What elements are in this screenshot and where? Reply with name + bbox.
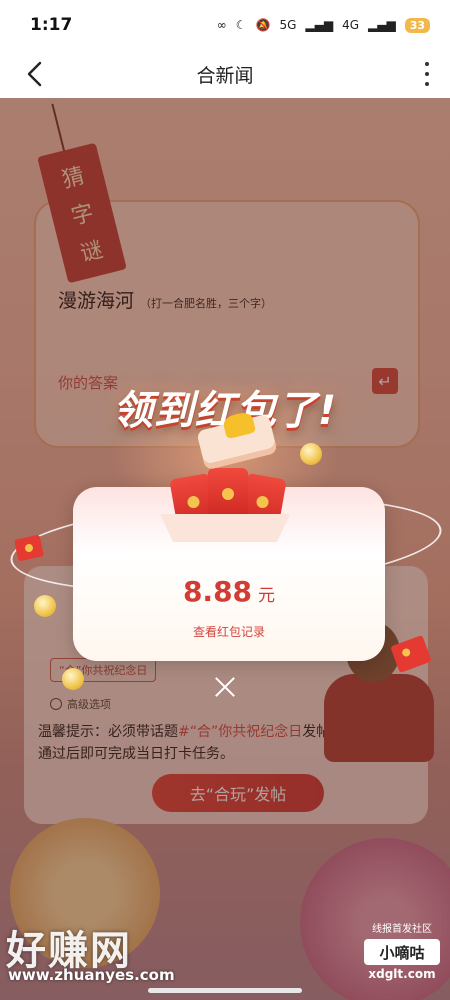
dot-icon [425,72,429,76]
watermark-brand: 小嘀咕 [364,939,440,965]
reward-value: 8.88 [182,575,253,608]
watermark-badge: 线报首发社区 小嘀咕 xdglt.com [360,920,444,981]
watermark-url: www.zhuanyes.com [8,966,175,984]
watermark-slogan: 线报首发社区 [372,924,432,935]
app-header: 合新闻 [0,50,450,98]
gift-box [160,514,290,542]
back-button[interactable] [22,60,48,88]
signal-5g-label: 5G [279,18,297,32]
coin-icon [34,595,56,617]
watermark-domain: xdglt.com [368,967,436,981]
view-records-link[interactable]: 查看红包记录 [73,623,385,640]
mute-icon: 🔕 [255,18,271,32]
home-indicator[interactable] [148,988,302,993]
close-icon[interactable] [210,672,240,702]
status-icons: ∞ ☾ 🔕 5G ▂▄▆ 4G ▂▄▆ 33 [216,17,430,33]
reward-amount: 8.88 元 [73,575,385,608]
reward-unit: 元 [258,586,276,606]
status-time: 1:17 [30,15,73,35]
battery-badge: 33 [404,17,430,33]
chevron-left-icon [27,61,42,87]
signal-icon: ▂▄▆ [305,18,334,32]
signal-4g-label: 4G [342,18,359,32]
coin-icon [300,443,322,465]
status-bar: 1:17 ∞ ☾ 🔕 5G ▂▄▆ 4G ▂▄▆ 33 [0,0,450,50]
dot-icon [425,82,429,86]
dot-icon [425,62,429,66]
moon-icon: ☾ [235,18,247,32]
page-title: 合新闻 [196,64,254,87]
more-menu-button[interactable] [422,62,432,86]
link-icon: ∞ [216,18,227,32]
signal-icon: ▂▄▆ [368,18,396,32]
coin-icon [62,668,84,690]
gift-box-icon [160,410,290,542]
